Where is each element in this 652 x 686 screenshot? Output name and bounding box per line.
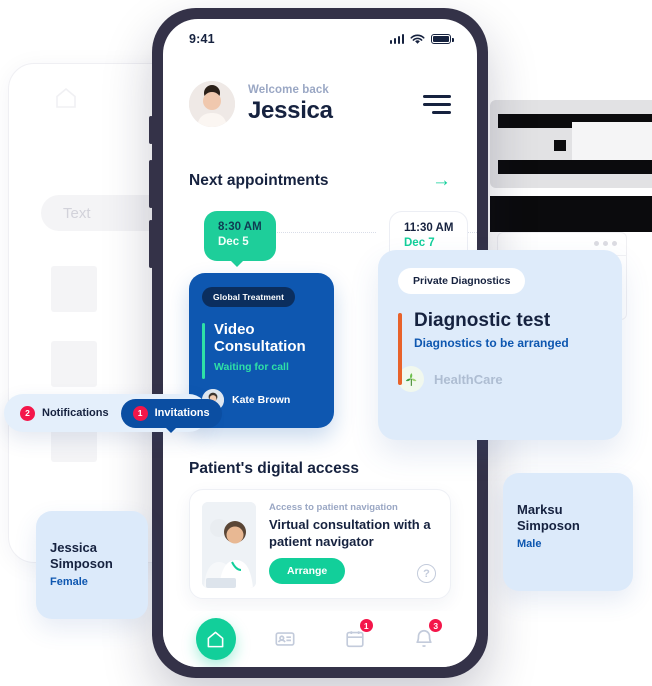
app-header: Welcome back Jessica [163,81,477,127]
tabs-pill: 2 Notifications 1 Invitations [4,394,222,433]
bottom-navigation: 1 3 [163,611,477,667]
digital-access-header: Patient's digital access [189,460,451,478]
diagnostic-status: Diagnostics to be arranged [414,336,569,351]
nav-item-card[interactable] [265,619,305,659]
appointments-header: Next appointments → [189,171,451,190]
tab-notifications[interactable]: 2 Notifications [8,399,121,428]
provider-name: HealthCare [434,371,503,387]
section-title-appointments: Next appointments [189,171,329,189]
nav-item-home[interactable] [195,618,236,660]
hamburger-menu-icon[interactable] [423,94,451,114]
tab-invitations[interactable]: 1 Invitations [120,398,222,433]
nav-item-notifications[interactable]: 3 [404,618,444,659]
arrange-button[interactable]: Arrange [269,558,346,584]
digital-access-eyebrow: Access to patient navigation [269,502,398,513]
appointment-chip-1[interactable]: 8:30 AM Dec 5 [204,211,276,267]
appointment-card-diagnostic[interactable]: Private Diagnostics Diagnostic test Diag… [378,250,622,440]
provider-row: HealthCare [398,366,602,393]
patient-card-marksu[interactable]: Marksu Simposon Male [503,473,633,591]
appointment-chip-date: Dec 5 [218,236,249,249]
cellular-signal-icon [389,34,404,44]
patient-card-jessica[interactable]: Jessica Simposon Female [36,511,148,619]
digital-access-card[interactable]: Access to patient navigation Virtual con… [189,489,451,599]
background-ghost-band [490,196,652,232]
patient-name: Jessica Simposon [50,540,113,571]
wifi-icon [410,34,425,44]
battery-full-icon [431,34,454,44]
ghost-search-placeholder: Text [63,204,91,222]
accent-bar [202,323,205,379]
notifications-count: 2 [20,405,35,421]
id-card-icon [275,632,295,646]
question-mark-icon[interactable]: ? [417,564,436,583]
accent-bar [398,313,402,385]
diagnostic-title: Diagnostic test [414,310,551,331]
nav-item-calendar[interactable]: 1 [335,618,375,659]
invitations-count: 1 [132,405,148,421]
home-icon [207,631,224,647]
timeline-connector [268,232,376,233]
patient-sex: Male [517,538,542,551]
welcome-label: Welcome back [248,83,329,96]
patient-name: Marksu Simposon [517,502,580,533]
appointment-chip-time: 8:30 AM [218,221,262,233]
ghost-thumbnail [51,266,97,312]
appointment-chip-time: 11:30 AM [404,222,454,234]
status-badge-global-treatment: Global Treatment [202,287,296,307]
user-avatar[interactable] [189,81,235,127]
tab-label-notifications: Notifications [42,407,109,419]
nav-badge-calendar: 1 [358,618,374,633]
digital-access-title: Virtual consultation with a patient navi… [269,517,431,549]
appointment-title: Video Consultation [214,321,306,356]
ghost-thumbnail [51,341,97,387]
patient-sex: Female [50,576,88,589]
nav-badge-notifications: 3 [428,618,444,633]
tab-label-invitations: Invitations [154,407,210,419]
arrow-right-icon[interactable]: → [432,171,451,190]
status-time: 9:41 [189,32,215,46]
status-badge-private-diagnostics: Private Diagnostics [398,268,526,294]
doctor-name: Kate Brown [232,393,291,406]
patient-navigator-photo [202,502,256,588]
appointment-status: Waiting for call [214,360,289,373]
section-title-digital-access: Patient's digital access [189,460,359,477]
status-bar: 9:41 [163,19,477,59]
user-name: Jessica [248,96,333,124]
background-ghost-card [490,100,652,188]
home-icon [56,87,76,108]
window-dots-icon [594,241,617,246]
screenshot-root: Text 9:41 Welcome back Jessica Next appo… [0,0,652,686]
